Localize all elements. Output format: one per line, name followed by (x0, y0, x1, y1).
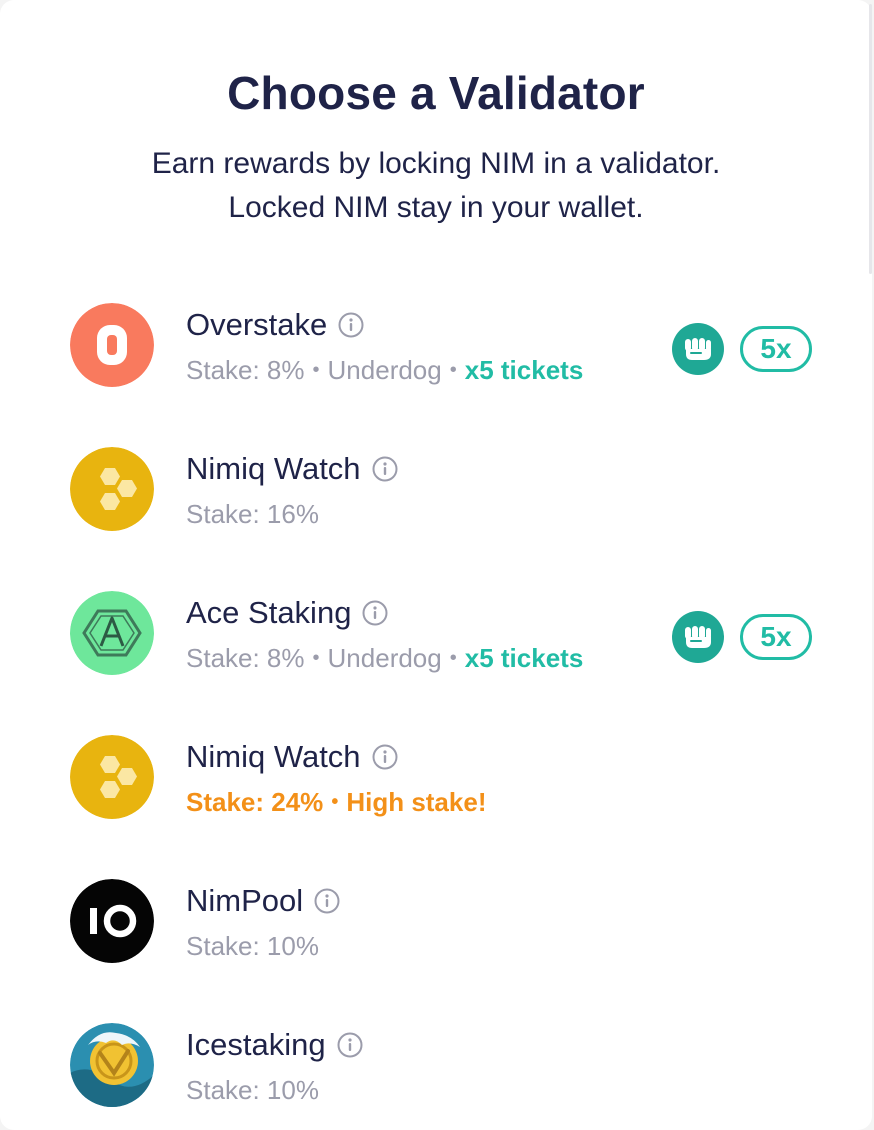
validator-name: Ace Staking (186, 595, 352, 630)
info-icon[interactable] (337, 311, 365, 339)
validator-card: Choose a Validator Earn rewards by locki… (0, 0, 872, 1130)
validator-meta: Stake: 8% • Underdog • x5 tickets (186, 355, 583, 386)
validator-meta: Stake: 24% • High stake! (186, 787, 486, 818)
validator-name: Nimiq Watch (186, 739, 361, 774)
separator-dot: • (312, 359, 320, 381)
validator-item-nimiq-watch[interactable]: Nimiq Watch Stake: 16% (70, 447, 830, 537)
validator-name: Nimiq Watch (186, 451, 361, 486)
separator-dot: • (331, 791, 339, 813)
stake-text: Stake: 8% (186, 355, 305, 385)
page-subtitle: Earn rewards by locking NIM in a validat… (151, 147, 721, 224)
validator-item-nimpool[interactable]: NimPool Stake: 10% (70, 879, 830, 969)
stake-text: Stake: 10% (186, 931, 319, 961)
ace-staking-logo (70, 591, 154, 675)
stake-text: Stake: 16% (186, 499, 319, 529)
stake-text: Stake: 24% (186, 787, 324, 817)
validator-item-ace-staking[interactable]: Ace Staking Stake: 8% • Underdog • x5 ticket… (70, 591, 830, 681)
info-icon[interactable] (313, 887, 341, 915)
validator-meta: Stake: 16% (186, 499, 319, 530)
validator-meta: Stake: 8% • Underdog • x5 tickets (186, 643, 583, 674)
validator-meta: Stake: 10% (186, 1075, 319, 1106)
stake-text: Stake: 10% (186, 1075, 319, 1105)
validator-meta: Stake: 10% (186, 931, 319, 962)
status-text: Underdog (327, 643, 442, 673)
hexagon-honeycomb-logo (70, 447, 154, 531)
validator-item-nimiq-watch-high-stake[interactable]: Nimiq Watch Stake: 24% • High stake! (70, 735, 830, 825)
hexagon-honeycomb-logo (70, 735, 154, 819)
multiplier-badge[interactable]: 5x (740, 614, 812, 660)
fist-icon[interactable] (672, 323, 724, 375)
reward-badges: 5x (672, 611, 812, 663)
stake-text: Stake: 8% (186, 643, 305, 673)
scrollbar[interactable] (869, 4, 872, 274)
page-title: Choose a Validator (227, 67, 645, 119)
multiplier-badge[interactable]: 5x (740, 326, 812, 372)
tickets-text: x5 tickets (464, 355, 584, 385)
tickets-text: x5 tickets (464, 643, 584, 673)
overstake-logo (70, 303, 154, 387)
info-icon[interactable] (371, 743, 399, 771)
separator-dot: • (449, 647, 457, 669)
validator-item-icestaking[interactable]: Icestaking Stake: 10% (70, 1023, 830, 1113)
validator-item-overstake[interactable]: Overstake Stake: 8% • Underdog • x5 tickets … (70, 303, 830, 393)
status-text: Underdog (327, 355, 442, 385)
info-icon[interactable] (371, 455, 399, 483)
info-icon[interactable] (336, 1031, 364, 1059)
validator-name: Overstake (186, 307, 328, 342)
reward-badges: 5x (672, 323, 812, 375)
validator-name: NimPool (186, 883, 304, 918)
info-icon[interactable] (361, 599, 389, 627)
high-stake-warning: High stake! (346, 787, 487, 817)
icestaking-logo (70, 1023, 154, 1107)
separator-dot: • (312, 647, 320, 669)
nimpool-logo (70, 879, 154, 963)
separator-dot: • (449, 359, 457, 381)
validator-name: Icestaking (186, 1027, 326, 1062)
fist-icon[interactable] (672, 611, 724, 663)
